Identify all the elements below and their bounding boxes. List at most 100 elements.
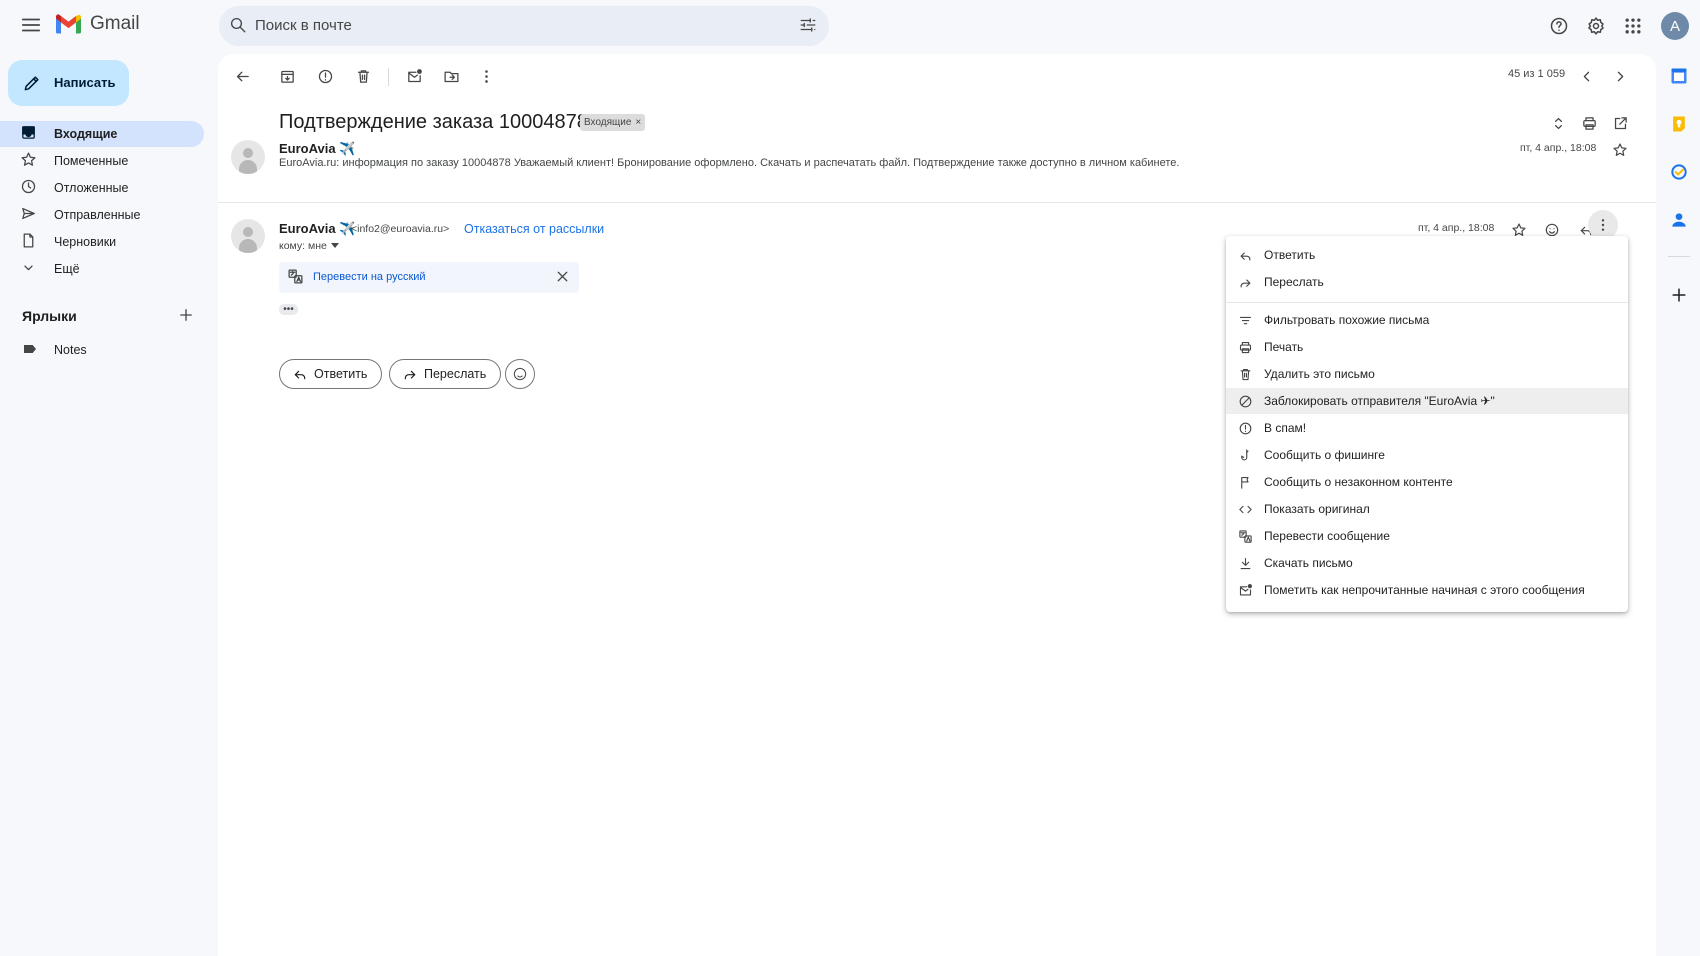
print-icon[interactable] (1578, 112, 1600, 134)
trash-icon[interactable] (351, 64, 375, 88)
sidebar-item-inbox[interactable]: Входящие (0, 121, 204, 147)
sidebar-item-more[interactable]: Ещё (0, 256, 204, 282)
menu-item-label: Сообщить о незаконном контенте (1264, 475, 1453, 489)
menu-item-label: Переслать (1264, 275, 1324, 289)
menu-item-delete[interactable]: Удалить это письмо (1226, 361, 1628, 387)
menu-item-filter[interactable]: Фильтровать похожие письма (1226, 307, 1628, 333)
move-to-icon[interactable] (439, 64, 463, 88)
forward-button[interactable]: Переслать (389, 359, 502, 389)
sidebar-label-notes[interactable]: Notes (20, 339, 200, 361)
reply-icon (1236, 246, 1254, 264)
menu-item-label: Заблокировать отправителя "EuroAvia ✈" (1264, 394, 1495, 408)
label-icon (22, 341, 38, 357)
search-bar[interactable]: Поиск в почте (219, 6, 829, 46)
emoji-icon (513, 367, 527, 381)
compose-button[interactable]: Написать (8, 60, 129, 106)
chevron-right-icon[interactable] (1608, 64, 1632, 88)
settings-gear-icon[interactable] (1584, 14, 1608, 38)
apps-grid-icon[interactable] (1621, 14, 1645, 38)
gmail-logo[interactable]: Gmail (55, 13, 140, 35)
search-options-icon[interactable] (799, 16, 817, 34)
menu-item-spam[interactable]: В спам! (1226, 415, 1628, 441)
unsubscribe-link[interactable]: Отказаться от рассылки (464, 222, 604, 236)
block-icon (1236, 392, 1254, 410)
forward-icon (404, 370, 416, 380)
close-icon[interactable] (554, 268, 571, 285)
add-addon-icon[interactable] (1667, 283, 1691, 307)
sidebar-item-label: Отложенные (54, 181, 129, 195)
help-icon[interactable] (1547, 14, 1571, 38)
sidebar-item-sent[interactable]: Отправленные (0, 202, 204, 228)
contacts-icon[interactable] (1667, 208, 1691, 232)
sidebar-item-starred[interactable]: Помеченные (0, 148, 204, 174)
menu-item-mark-unread[interactable]: Пометить как непрочитанные начиная с это… (1226, 577, 1628, 603)
more-vert-icon (1601, 219, 1605, 231)
caret-down-icon (330, 243, 339, 248)
recipient-details[interactable]: кому: мне (279, 240, 339, 252)
report-spam-icon[interactable] (313, 64, 337, 88)
mark-unread-icon[interactable] (402, 64, 426, 88)
archive-icon[interactable] (275, 64, 299, 88)
keep-notes-icon[interactable] (1667, 112, 1691, 136)
flag-icon (1236, 473, 1254, 491)
account-avatar[interactable]: A (1661, 12, 1689, 40)
menu-item-forward[interactable]: Переслать (1226, 269, 1628, 295)
open-new-window-icon[interactable] (1609, 112, 1631, 134)
menu-item-print[interactable]: Печать (1226, 334, 1628, 360)
emoji-reaction-button[interactable] (505, 359, 535, 389)
add-label-icon[interactable] (177, 306, 195, 324)
reply-label: Ответить (314, 367, 368, 381)
main-menu-icon[interactable] (16, 12, 46, 38)
menu-item-label: Пометить как непрочитанные начиная с это… (1264, 583, 1585, 597)
menu-item-block-sender[interactable]: Заблокировать отправителя "EuroAvia ✈" (1226, 388, 1628, 414)
trash-icon (1236, 365, 1254, 383)
inbox-label-chip[interactable]: Входящие × (580, 114, 646, 131)
back-arrow-icon[interactable] (230, 64, 254, 88)
reply-button[interactable]: Ответить (279, 359, 383, 389)
menu-item-label: Удалить это письмо (1264, 367, 1375, 381)
translate-link[interactable]: Перевести на русский (313, 271, 426, 283)
star-icon[interactable] (1608, 138, 1632, 162)
menu-item-download[interactable]: Скачать письмо (1226, 550, 1628, 576)
show-trimmed-content-button[interactable]: ••• (279, 304, 298, 315)
sidebar-item-drafts[interactable]: Черновики (0, 229, 204, 255)
menu-item-label: В спам! (1264, 421, 1307, 435)
message-options-menu: Ответить Переслать Фильтровать похожие п… (1226, 236, 1628, 612)
email-subject: Подтверждение заказа 10004878 (279, 111, 588, 133)
labels-heading: Ярлыки (22, 308, 77, 324)
sender-name[interactable]: EuroAvia ✈️ (279, 141, 355, 157)
pencil-icon (22, 73, 42, 93)
chevron-down-icon (20, 259, 37, 276)
menu-item-reply[interactable]: Ответить (1226, 242, 1628, 268)
sidebar-item-label: Ещё (54, 262, 80, 276)
chevron-left-icon[interactable] (1574, 64, 1598, 88)
compose-label: Написать (54, 75, 116, 90)
sidebar-item-label: Отправленные (54, 208, 141, 222)
calendar-icon[interactable] (1667, 64, 1691, 88)
menu-item-report-phishing[interactable]: Сообщить о фишинге (1226, 442, 1628, 468)
forward-icon (1236, 273, 1254, 291)
message-snippet[interactable]: EuroAvia.ru: информация по заказу 100048… (279, 157, 1179, 169)
spam-icon (1236, 419, 1254, 437)
recipient-text: кому: мне (279, 240, 327, 252)
sender-avatar (231, 219, 265, 253)
search-input[interactable]: Поиск в почте (255, 17, 352, 34)
menu-item-label: Показать оригинал (1264, 502, 1370, 516)
menu-item-report-illegal[interactable]: Сообщить о незаконном контенте (1226, 469, 1628, 495)
menu-item-label: Ответить (1264, 248, 1316, 262)
sender-name[interactable]: EuroAvia ✈️ (279, 221, 355, 237)
sidebar-label-text: Notes (54, 343, 87, 357)
tasks-icon[interactable] (1667, 160, 1691, 184)
send-icon (20, 205, 37, 222)
sidebar-item-snoozed[interactable]: Отложенные (0, 175, 204, 201)
download-icon (1236, 554, 1254, 572)
menu-item-show-original[interactable]: Показать оригинал (1226, 496, 1628, 522)
menu-item-translate[interactable]: Перевести сообщение (1226, 523, 1628, 549)
expand-all-icon[interactable] (1547, 112, 1569, 134)
menu-divider (1226, 302, 1628, 303)
message-divider (218, 202, 1656, 203)
menu-item-label: Скачать письмо (1264, 556, 1353, 570)
chip-remove-icon[interactable]: × (635, 117, 641, 128)
search-icon[interactable] (229, 16, 247, 34)
more-vert-icon[interactable] (474, 64, 498, 88)
